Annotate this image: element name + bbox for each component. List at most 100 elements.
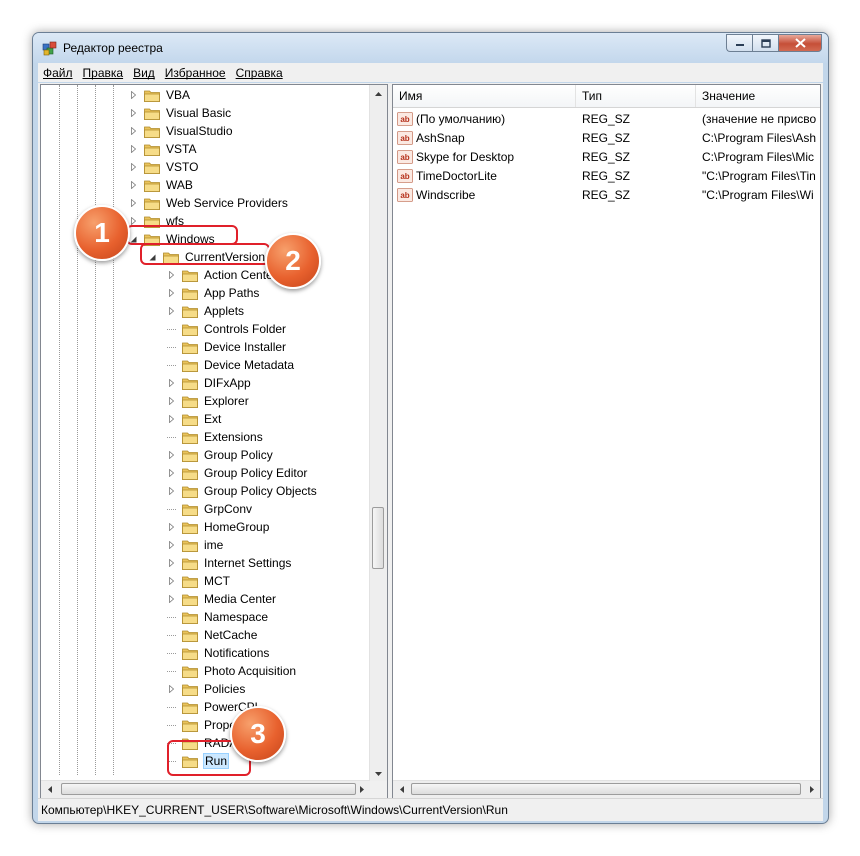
tree-vertical-scrollbar[interactable] [369, 85, 387, 782]
tree-node[interactable]: Photo Acquisition [167, 662, 297, 680]
tree-node[interactable]: HomeGroup [167, 518, 270, 536]
expand-arrow-icon[interactable] [167, 307, 176, 316]
expand-arrow-icon[interactable] [167, 685, 176, 694]
value-list-pane[interactable]: Имя Тип Значение ab (По умолчанию) REG_SZ (… [392, 84, 821, 799]
expand-arrow-icon[interactable] [129, 109, 138, 118]
tree-node[interactable]: Device Metadata [167, 356, 295, 374]
column-header-name[interactable]: Имя [393, 85, 576, 107]
expand-arrow-icon[interactable] [129, 163, 138, 172]
value-data: (значение не присво [702, 111, 817, 126]
expand-arrow-icon[interactable] [167, 595, 176, 604]
expand-arrow-icon[interactable] [167, 487, 176, 496]
scroll-right-button[interactable] [353, 781, 370, 798]
tree-node[interactable]: Ext [167, 410, 222, 428]
minimize-button[interactable] [726, 34, 752, 52]
tree-node[interactable]: Action Center [167, 266, 278, 284]
tree-node[interactable]: MCT [167, 572, 231, 590]
expand-arrow-icon[interactable] [129, 91, 138, 100]
title-bar[interactable]: Редактор реестра [33, 33, 828, 63]
scroll-thumb[interactable] [411, 783, 801, 795]
status-path: Компьютер\HKEY_CURRENT_USER\Software\Mic… [41, 803, 508, 817]
expand-arrow-icon[interactable] [129, 127, 138, 136]
folder-icon [182, 413, 198, 426]
expand-arrow-icon[interactable] [167, 469, 176, 478]
tree-node[interactable]: Explorer [167, 392, 250, 410]
value-type: REG_SZ [582, 111, 631, 126]
tree-node[interactable]: Prope [167, 716, 237, 734]
tree-node[interactable]: VisualStudio [129, 122, 234, 140]
tree-horizontal-scrollbar[interactable] [41, 780, 370, 798]
scroll-thumb[interactable] [61, 783, 356, 795]
tree-node[interactable]: GrpConv [167, 500, 253, 518]
expand-arrow-icon[interactable] [167, 379, 176, 388]
list-horizontal-scrollbar[interactable] [393, 780, 820, 798]
tree-node[interactable]: VSTO [129, 158, 199, 176]
tree-guide-line [59, 85, 60, 775]
expand-arrow-icon[interactable] [167, 541, 176, 550]
tree-node[interactable]: VBA [129, 86, 191, 104]
expand-arrow-icon[interactable] [167, 289, 176, 298]
expand-arrow-icon[interactable] [167, 451, 176, 460]
value-row[interactable]: ab (По умолчанию) REG_SZ (значение не присв… [393, 109, 820, 128]
tree-node[interactable]: DIFxApp [167, 374, 252, 392]
maximize-button[interactable] [752, 34, 778, 52]
expand-arrow-icon[interactable] [129, 199, 138, 208]
key-tree-pane[interactable]: VBA Visual Basic VisualStudio VSTA VSTO WAB We… [40, 84, 388, 799]
menu-favorites[interactable]: Избранное [160, 66, 231, 80]
tree-node[interactable]: ime [167, 536, 224, 554]
tree-node[interactable]: Device Installer [167, 338, 287, 356]
expand-arrow-icon[interactable] [167, 397, 176, 406]
tree-node[interactable]: Policies [167, 680, 246, 698]
tree-node[interactable]: Group Policy [167, 446, 274, 464]
expand-arrow-icon[interactable] [167, 415, 176, 424]
tree-node[interactable]: App Paths [167, 284, 260, 302]
scroll-left-button[interactable] [393, 781, 410, 798]
expand-arrow-icon[interactable] [167, 523, 176, 532]
tree-node[interactable]: Visual Basic [129, 104, 232, 122]
scroll-down-button[interactable] [370, 765, 387, 782]
expand-arrow-icon[interactable] [167, 577, 176, 586]
menu-file[interactable]: Файл [38, 66, 78, 80]
value-row[interactable]: ab Windscribe REG_SZ "C:\Program Files\Wi [393, 185, 820, 204]
tree-node[interactable]: NetCache [167, 626, 258, 644]
scroll-thumb[interactable] [372, 507, 384, 569]
tree-node-label: Media Center [204, 592, 277, 606]
folder-icon [182, 395, 198, 408]
column-header-type[interactable]: Тип [576, 85, 696, 107]
folder-icon [182, 683, 198, 696]
tree-node[interactable]: Group Policy Objects [167, 482, 318, 500]
menu-view[interactable]: Вид [128, 66, 160, 80]
folder-icon [182, 323, 198, 336]
tree-node[interactable]: Extensions [167, 428, 264, 446]
expand-arrow-icon[interactable] [167, 559, 176, 568]
folder-icon [182, 539, 198, 552]
tree-node[interactable]: Namespace [167, 608, 269, 626]
tree-node[interactable]: Internet Settings [167, 554, 292, 572]
folder-icon [182, 503, 198, 516]
tree-node[interactable]: Notifications [167, 644, 270, 662]
value-row[interactable]: ab AshSnap REG_SZ C:\Program Files\Ash [393, 128, 820, 147]
expand-arrow-icon[interactable] [167, 271, 176, 280]
registry-editor-app-icon [42, 41, 57, 56]
value-row[interactable]: ab TimeDoctorLite REG_SZ "C:\Program Files\… [393, 166, 820, 185]
tree-node[interactable]: VSTA [129, 140, 197, 158]
tree-node[interactable]: Group Policy Editor [167, 464, 308, 482]
expand-arrow-icon[interactable] [129, 145, 138, 154]
column-header-value[interactable]: Значение [696, 85, 820, 107]
scroll-left-button[interactable] [41, 781, 58, 798]
expand-arrow-icon[interactable] [129, 181, 138, 190]
menu-edit[interactable]: Правка [78, 66, 129, 80]
scroll-right-button[interactable] [803, 781, 820, 798]
tree-node[interactable]: Controls Folder [167, 320, 287, 338]
string-value-icon: ab [397, 149, 413, 164]
close-button[interactable] [778, 34, 822, 52]
tree-node[interactable]: WAB [129, 176, 194, 194]
scroll-up-button[interactable] [370, 85, 387, 102]
tree-node[interactable]: Web Service Providers [129, 194, 289, 212]
arrow-left-icon [47, 786, 52, 793]
tree-node[interactable]: Media Center [167, 590, 277, 608]
menu-bar: Файл Правка Вид Избранное Справка [38, 63, 823, 82]
menu-help[interactable]: Справка [231, 66, 288, 80]
value-row[interactable]: ab Skype for Desktop REG_SZ C:\Program File… [393, 147, 820, 166]
tree-node[interactable]: Applets [167, 302, 245, 320]
